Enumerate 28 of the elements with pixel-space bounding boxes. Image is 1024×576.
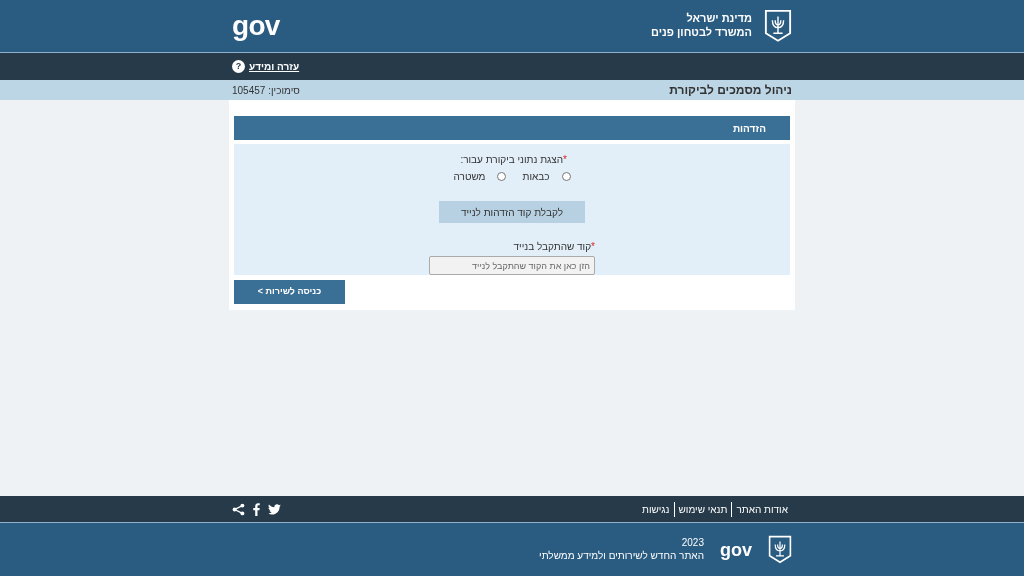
- radio-button[interactable]: [561, 172, 571, 181]
- help-icon: ?: [232, 60, 245, 73]
- ministry-name: המשרד לבטחון פנים: [651, 26, 752, 40]
- gov-logo[interactable]: gov: [232, 12, 280, 40]
- reference-number: סימוכין: 105457: [232, 83, 300, 98]
- radio-option[interactable]: משטרה: [453, 169, 507, 184]
- twitter-icon[interactable]: [268, 503, 281, 515]
- get-code-button[interactable]: לקבלת קוד הזדהות לנייד: [439, 201, 585, 224]
- page-title: ניהול מסמכים לביקורת: [669, 82, 792, 99]
- footer-year: 2023: [680, 537, 704, 550]
- state-name: מדינת ישראל: [685, 12, 752, 26]
- share-icon[interactable]: [232, 502, 245, 516]
- footer-tagline: האתר החדש לשירותים ולמידע ממשלתי: [539, 549, 704, 562]
- footer-link[interactable]: נגישות: [637, 501, 675, 517]
- state-emblem-icon: [764, 9, 792, 43]
- section-title: הזדהות: [732, 121, 766, 136]
- footer-link[interactable]: אודות האתר: [732, 501, 792, 517]
- radio-button[interactable]: [497, 172, 507, 181]
- radio-option[interactable]: כבאות: [522, 169, 571, 184]
- radio-label: * הצגת נתוני ביקורת עבור:: [460, 153, 567, 167]
- enter-service-button[interactable]: כניסה לשירות >: [234, 280, 345, 304]
- facebook-icon[interactable]: [253, 502, 260, 516]
- footer-link[interactable]: תנאי שימוש: [674, 501, 733, 517]
- state-emblem-icon: [768, 535, 792, 564]
- gov-logo[interactable]: gov: [720, 540, 752, 559]
- code-label: * קוד שהתקבל בנייד: [513, 240, 595, 255]
- code-input-field[interactable]: הזן כאן את הקוד שהתקבל לנייד: [429, 256, 595, 275]
- help-link[interactable]: עזרה ומידע ?: [232, 59, 300, 74]
